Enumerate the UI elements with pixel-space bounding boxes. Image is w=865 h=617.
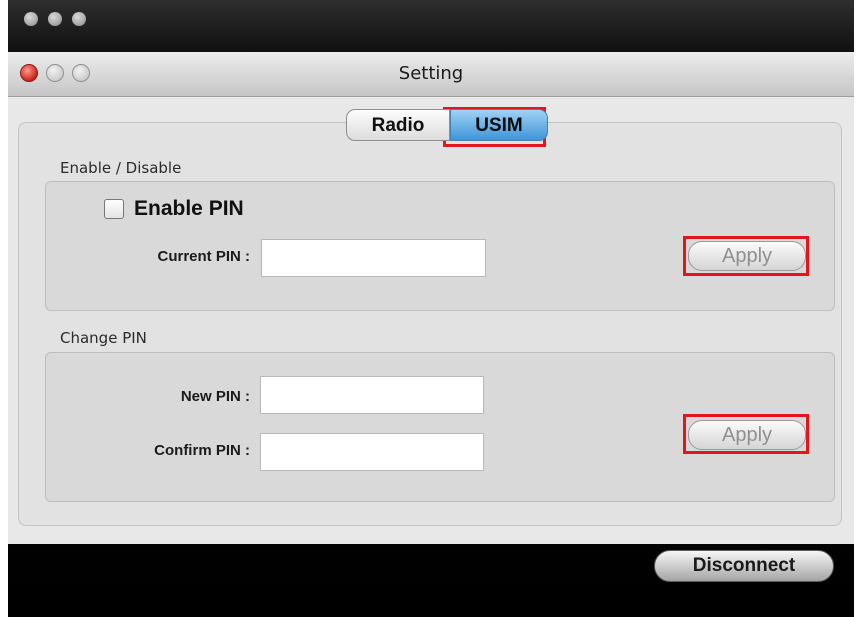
change-apply-button[interactable]: Apply — [688, 420, 806, 450]
enable-pin-label: Enable PIN — [134, 197, 244, 220]
confirm-pin-label: Confirm PIN : — [154, 442, 250, 459]
window-title: Setting — [398, 63, 464, 84]
current-pin-field[interactable] — [261, 239, 486, 277]
inactive-zoom-icon — [72, 12, 86, 26]
enable-pin-row: Enable PIN — [104, 197, 244, 221]
new-pin-label: New PIN : — [180, 388, 250, 405]
tab-bar: Radio USIM — [346, 109, 548, 143]
tab-radio[interactable]: Radio — [346, 109, 450, 141]
new-pin-field[interactable] — [260, 376, 484, 414]
disconnect-button[interactable]: Disconnect — [654, 550, 834, 582]
title-bar: Setting — [8, 52, 854, 97]
current-pin-label: Current PIN : — [157, 248, 250, 265]
change-pin-section-label: Change PIN — [60, 329, 147, 347]
confirm-pin-field[interactable] — [260, 433, 484, 471]
enable-disable-section-label: Enable / Disable — [60, 159, 182, 177]
inactive-close-icon — [24, 12, 38, 26]
enable-apply-button[interactable]: Apply — [688, 241, 806, 271]
tab-usim[interactable]: USIM — [450, 109, 548, 141]
background-window-controls — [24, 12, 86, 26]
enable-pin-checkbox[interactable] — [104, 199, 124, 219]
inactive-minimize-icon — [48, 12, 62, 26]
setting-window: Setting Radio USIM Enable / Disable Enab… — [8, 52, 854, 544]
